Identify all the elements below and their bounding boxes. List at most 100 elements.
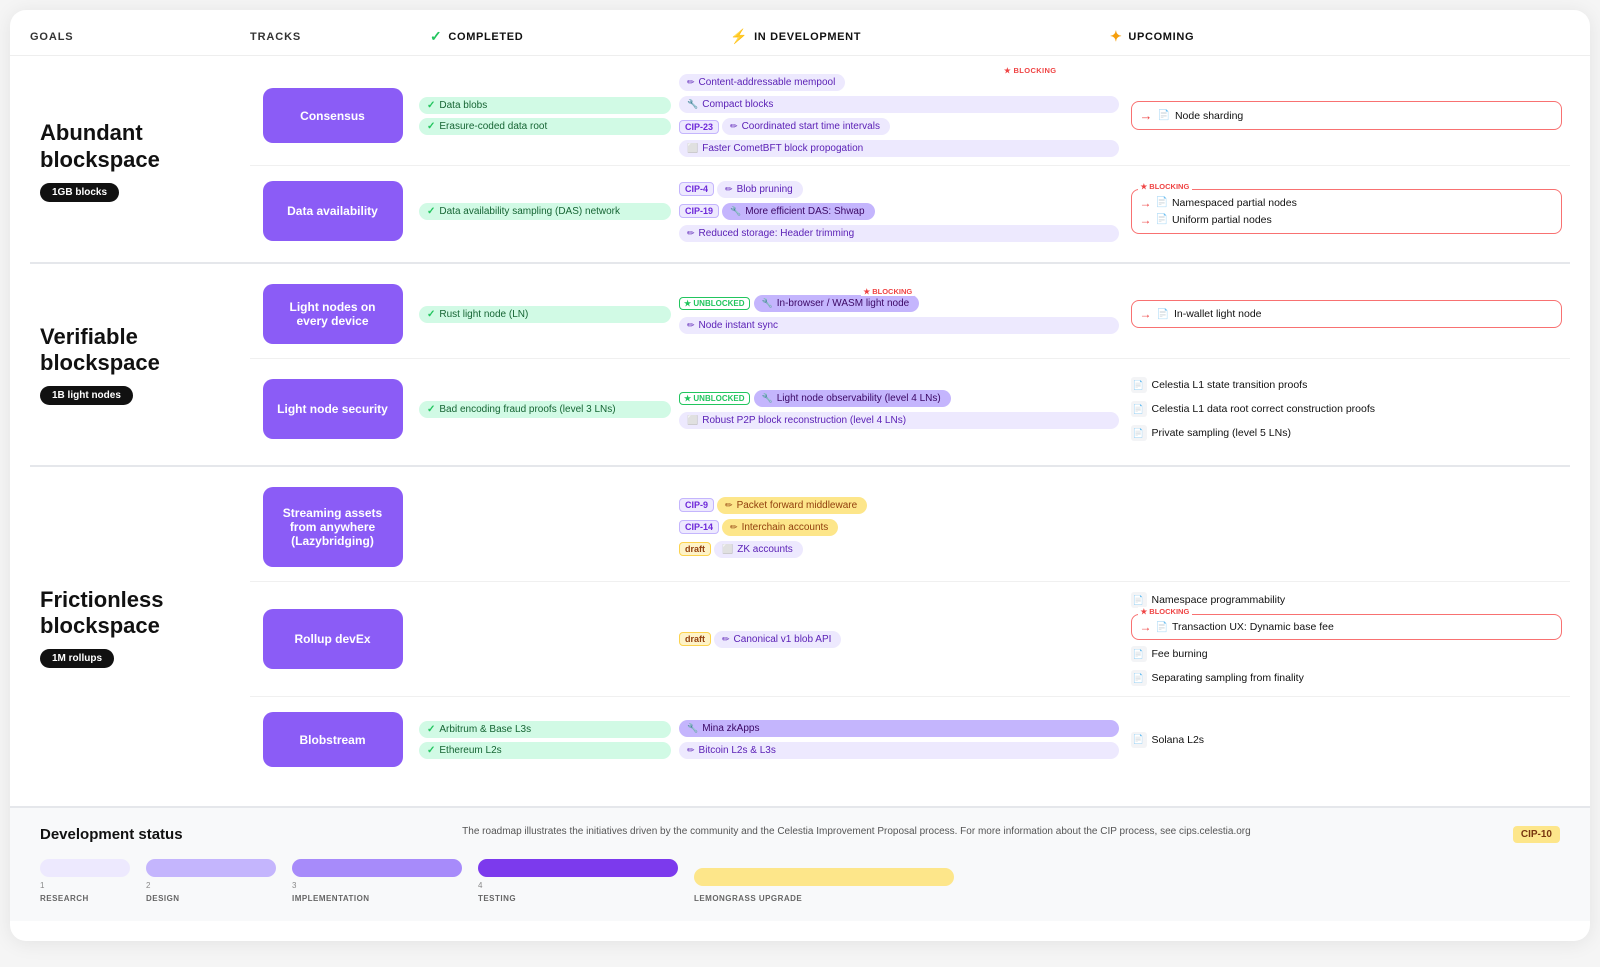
stage-implementation: 3 IMPLEMENTATION <box>292 859 462 903</box>
file-icon: 📄 <box>1156 197 1168 208</box>
upcoming-icon: ✦ <box>1110 28 1122 45</box>
draft-badge-blob: draft <box>679 632 711 646</box>
stage-research: 1 RESEARCH <box>40 859 130 903</box>
file-icon: 📄 <box>1131 732 1147 748</box>
pencil-icon: ✏ <box>687 77 695 88</box>
upcoming-text-l1-root: Celestia L1 data root correct constructi… <box>1152 403 1376 415</box>
completed-item-bad-encoding: Bad encoding fraud proofs (level 3 LNs) <box>419 401 671 418</box>
track-lb-pill: Streaming assets from anywhere (Lazybrid… <box>263 487 403 567</box>
upcoming-text-solana: Solana L2s <box>1152 734 1205 746</box>
footer-top: Development status The roadmap illustrat… <box>40 826 1560 843</box>
track-da-upcoming: ★ BLOCKING → 📄 Namespaced partial nodes … <box>1123 189 1571 234</box>
blocking-label-wasm: ★ BLOCKING <box>861 287 914 296</box>
verifiable-tracks: Light nodes on every device Rust light n… <box>250 270 1570 459</box>
stage-research-bar <box>40 859 130 877</box>
file-icon: 📄 <box>1131 377 1147 393</box>
upcoming-text-uniform: Uniform partial nodes <box>1172 214 1272 226</box>
dev-item-cip23: CIP-23 ✏ Coordinated start time interval… <box>679 118 1119 135</box>
goal-abundant: Abundantblockspace 1GB blocks <box>30 66 250 256</box>
track-consensus-pill: Consensus <box>263 88 403 143</box>
blocking-label-da: ★ BLOCKING <box>1138 182 1193 191</box>
track-bs-pill: Blobstream <box>263 712 403 767</box>
track-data-availability: Data availability Data availability samp… <box>250 166 1570 256</box>
dev-item-wasm: ★ UNBLOCKED 🔧 In-browser / WASM light no… <box>679 295 1119 312</box>
footer: Development status The roadmap illustrat… <box>10 806 1590 921</box>
goal-frictionless-badge: 1M rollups <box>40 649 114 668</box>
file-icon: 📄 <box>1131 670 1147 686</box>
track-ln-completed: Rust light node (LN) <box>415 306 675 323</box>
dev-bar-instant-sync: ✏ Node instant sync <box>679 317 1119 334</box>
dev-item-observability: ★ UNBLOCKED 🔧 Light node observability (… <box>679 390 1119 407</box>
dev-bar-observability: 🔧 Light node observability (level 4 LNs) <box>754 390 951 407</box>
file-icon: 📄 <box>1131 425 1147 441</box>
stage-design-num: 2 <box>146 881 150 890</box>
footer-desc: The roadmap illustrates the initiatives … <box>200 826 1513 837</box>
goals-header: GOALS <box>30 31 250 43</box>
track-lns-indev: ★ UNBLOCKED 🔧 Light node observability (… <box>675 390 1123 429</box>
track-rd-indev: draft ✏ Canonical v1 blob API <box>675 631 1123 648</box>
completed-item-rust-ln: Rust light node (LN) <box>419 306 671 323</box>
goal-frictionless: Frictionlessblockspace 1M rollups <box>30 473 250 782</box>
dev-item-draft-blob: draft ✏ Canonical v1 blob API <box>679 631 1119 648</box>
group-verifiable: Verifiableblockspace 1B light nodes Ligh… <box>30 270 1570 459</box>
track-rd-upcoming: 📄 Namespace programmability ★ BLOCKING →… <box>1123 590 1571 688</box>
stage-research-num: 1 <box>40 881 44 890</box>
track-consensus-completed: Data blobs Erasure-coded data root <box>415 97 675 135</box>
upcoming-namespaced: → 📄 Namespaced partial nodes <box>1140 196 1554 210</box>
stage-research-label: RESEARCH <box>40 894 89 903</box>
abundant-tracks: Consensus Data blobs Erasure-coded data … <box>250 66 1570 256</box>
blocking-label: ★ BLOCKING <box>1002 66 1059 75</box>
dev-bar-p2p-block: ⬜ Robust P2P block reconstruction (level… <box>679 412 1119 429</box>
pencil-icon: ✏ <box>722 634 730 645</box>
pencil-icon: ✏ <box>725 500 733 511</box>
upcoming-text-node-sharding: Node sharding <box>1175 110 1243 122</box>
tool-icon: 🔧 <box>762 298 773 309</box>
stage-impl-num: 3 <box>292 881 296 890</box>
cip4-badge: CIP-4 <box>679 182 714 196</box>
arrow-icon: → <box>1140 196 1152 210</box>
track-consensus-indev: ★ BLOCKING ✏ Content-addressable mempool… <box>675 74 1123 157</box>
check-icon <box>427 309 435 320</box>
screen-icon: ⬜ <box>687 415 698 426</box>
tool-icon: 🔧 <box>687 723 698 734</box>
group-frictionless: Frictionlessblockspace 1M rollups Stream… <box>30 473 1570 782</box>
upcoming-blocking-rd: ★ BLOCKING → 📄 Transaction UX: Dynamic b… <box>1131 614 1563 640</box>
arrow-icon: → <box>1140 108 1153 123</box>
pencil-icon: ✏ <box>725 184 733 195</box>
indev-icon: ⚡ <box>730 28 748 45</box>
upcoming-text-wallet-ln: In-wallet light node <box>1174 308 1262 320</box>
stage-lemongrass-bar <box>694 868 954 886</box>
footer-title: Development status <box>40 826 200 843</box>
goal-abundant-title: Abundantblockspace <box>40 120 240 173</box>
completed-item-arb: Arbitrum & Base L3s <box>419 721 671 738</box>
pencil-icon: ✏ <box>730 522 738 533</box>
upcoming-text-namespaced: Namespaced partial nodes <box>1172 197 1297 209</box>
upcoming-l1-state: 📄 Celestia L1 state transition proofs <box>1131 375 1563 395</box>
upcoming-wallet-ln: → 📄 In-wallet light node <box>1131 300 1563 328</box>
dev-bar-reduced-storage: ✏ Reduced storage: Header trimming <box>679 225 1119 242</box>
check-icon <box>427 100 435 111</box>
dev-item-blocking: ★ BLOCKING ✏ Content-addressable mempool <box>679 74 1119 91</box>
cip19-badge: CIP-19 <box>679 204 719 218</box>
pencil-icon: ✏ <box>687 228 695 239</box>
upcoming-solana-l2: 📄 Solana L2s <box>1131 730 1563 750</box>
upcoming-blocking-box-da: ★ BLOCKING → 📄 Namespaced partial nodes … <box>1131 189 1563 234</box>
goal-verifiable-title: Verifiableblockspace <box>40 324 240 377</box>
dev-item-draft-zk: draft ⬜ ZK accounts <box>679 541 1119 558</box>
pencil-icon: ✏ <box>687 320 695 331</box>
upcoming-blocking-box: → 📄 Node sharding <box>1131 101 1563 130</box>
dev-bar-zk-accounts: ⬜ ZK accounts <box>714 541 803 558</box>
track-lns-pill: Light node security <box>263 379 403 439</box>
goal-frictionless-title: Frictionlessblockspace <box>40 587 240 640</box>
dev-bar-faster-comet: ⬜ Faster CometBFT block propogation <box>679 140 1119 157</box>
dev-bar-coordinated: ✏ Coordinated start time intervals <box>722 118 890 135</box>
upcoming-text-sep-sampling: Separating sampling from finality <box>1152 672 1304 684</box>
track-blobstream: Blobstream Arbitrum & Base L3s Ethereum … <box>250 697 1570 782</box>
pencil-icon: ✏ <box>687 745 695 756</box>
track-light-nodes: Light nodes on every device Rust light n… <box>250 270 1570 359</box>
pencil-icon: ✏ <box>730 121 738 132</box>
group-divider-1 <box>30 262 1570 264</box>
blocking-label-rd: ★ BLOCKING <box>1138 607 1193 616</box>
tool-icon: 🔧 <box>762 393 773 404</box>
track-ln-upcoming: → 📄 In-wallet light node <box>1123 300 1571 328</box>
